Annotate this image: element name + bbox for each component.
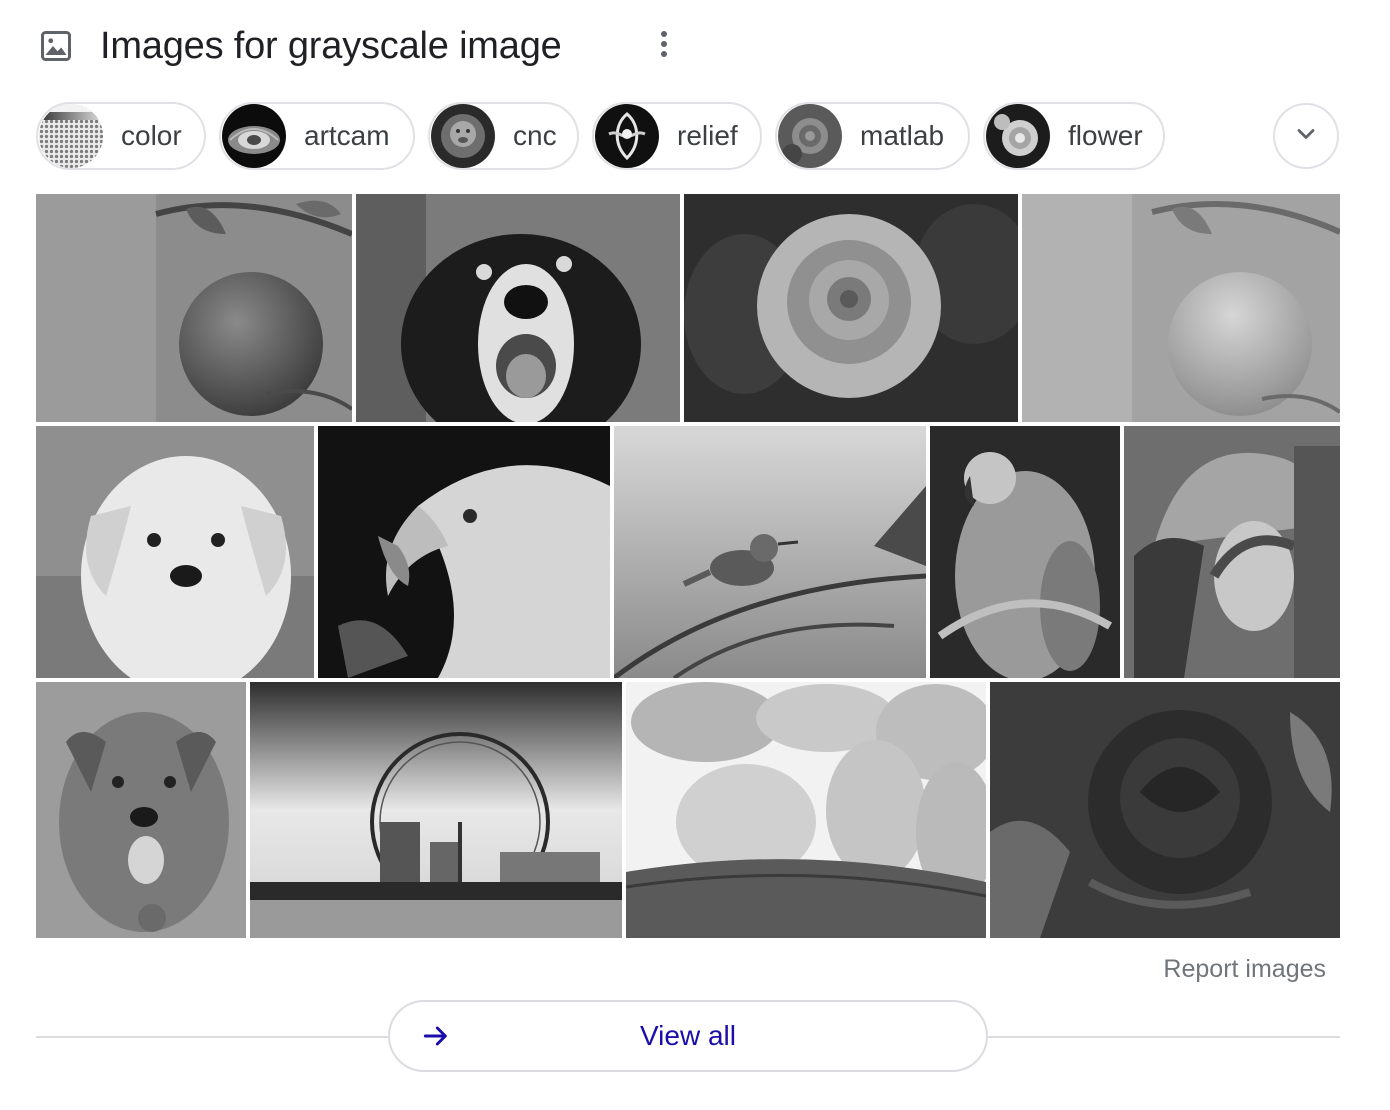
chevron-down-icon xyxy=(1292,120,1320,153)
image-result-ferris-wheel[interactable] xyxy=(250,682,622,938)
chip-label: artcam xyxy=(304,120,390,151)
chip-thumbnail xyxy=(986,104,1050,168)
chip-relief[interactable]: relief xyxy=(592,102,762,170)
image-result-apple-light[interactable] xyxy=(1022,194,1340,422)
image-result-potatoes[interactable] xyxy=(626,682,986,938)
image-icon xyxy=(36,26,76,66)
image-result-puppy[interactable] xyxy=(36,426,314,678)
chip-thumbnail xyxy=(39,104,103,168)
image-result-rose-dark[interactable] xyxy=(990,682,1340,938)
image-result-apple[interactable] xyxy=(36,194,352,422)
image-result-dog[interactable] xyxy=(356,194,680,422)
chip-artcam[interactable]: artcam xyxy=(219,102,415,170)
section-header: Images for grayscale image xyxy=(36,18,696,74)
chip-thumbnail xyxy=(431,104,495,168)
chip-flower[interactable]: flower xyxy=(983,102,1165,170)
report-images-link[interactable]: Report images xyxy=(1120,955,1326,984)
image-result-dog-portrait[interactable] xyxy=(36,682,246,938)
chip-thumbnail xyxy=(595,104,659,168)
chip-label: flower xyxy=(1068,120,1143,151)
image-result-bird[interactable] xyxy=(614,426,926,678)
chip-label: cnc xyxy=(513,120,557,151)
view-all-button[interactable]: View all xyxy=(388,1000,988,1072)
chip-color[interactable]: color xyxy=(36,102,206,170)
chip-thumbnail xyxy=(222,104,286,168)
chip-cnc[interactable]: cnc xyxy=(428,102,579,170)
divider-left xyxy=(36,1036,388,1038)
refinement-chips: color artcam cnc relief matlab flower xyxy=(36,102,1346,174)
chip-matlab[interactable]: matlab xyxy=(775,102,970,170)
chip-thumbnail xyxy=(778,104,842,168)
more-vert-icon xyxy=(660,30,668,63)
more-options-button[interactable] xyxy=(650,28,678,64)
chip-label: relief xyxy=(677,120,738,151)
chip-label: matlab xyxy=(860,120,945,151)
image-result-parrot[interactable] xyxy=(930,426,1120,678)
image-result-eagle[interactable] xyxy=(318,426,610,678)
image-result-woman-in-hat[interactable] xyxy=(1124,426,1340,678)
view-all-label: View all xyxy=(640,1020,736,1051)
section-title: Images for grayscale image xyxy=(100,24,562,67)
divider-right xyxy=(988,1036,1340,1038)
image-result-rose[interactable] xyxy=(684,194,1018,422)
chip-label: color xyxy=(121,120,182,151)
expand-chips-button[interactable] xyxy=(1273,103,1339,169)
